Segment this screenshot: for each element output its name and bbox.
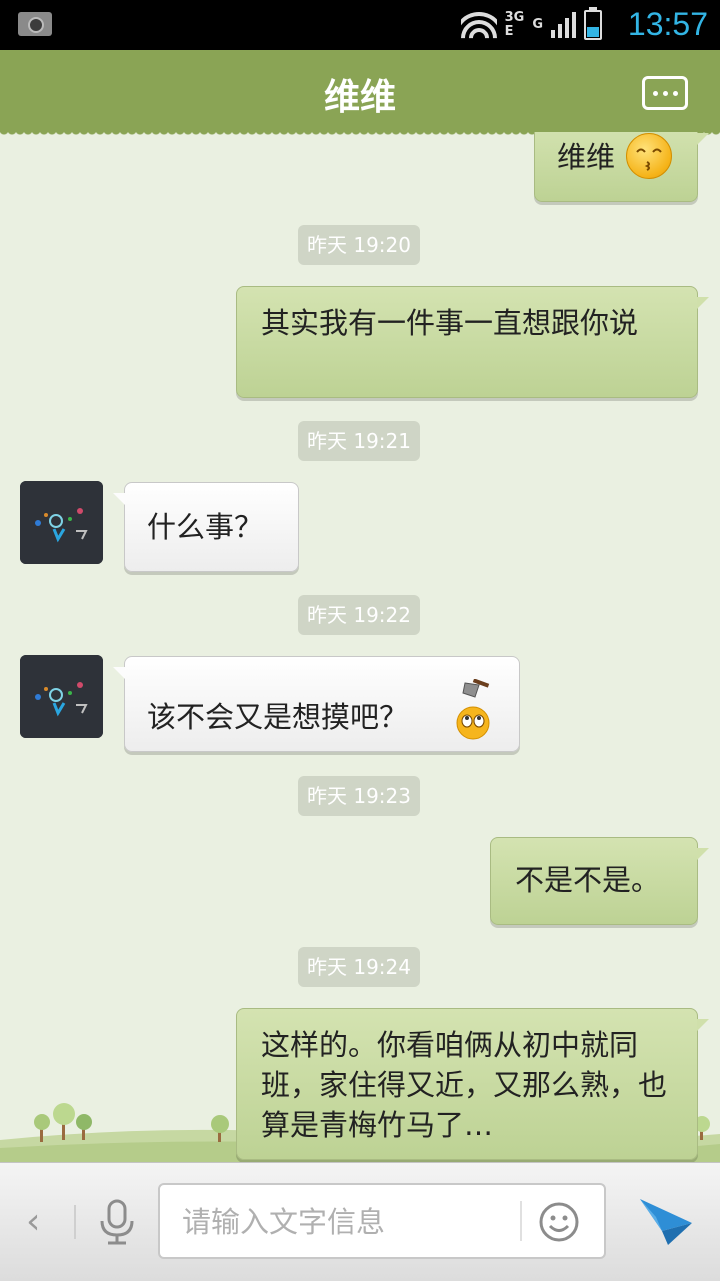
message-text: 该不会又是想摸吧？ bbox=[147, 700, 409, 734]
message-text: 什么事？ bbox=[147, 510, 264, 544]
dot-icon bbox=[662, 90, 668, 96]
message-text: 不是不是。 bbox=[515, 863, 661, 897]
message-text: 这样的。你看咱俩从初中就同班，家住得又近，又那么熟，也算是青梅竹马了… bbox=[261, 1028, 668, 1142]
message-bubble-outgoing[interactable]: 其实我有一件事一直想跟你说 bbox=[236, 286, 709, 398]
network-type: 3G E bbox=[504, 10, 525, 39]
battery-icon bbox=[584, 7, 602, 40]
message-bubble-outgoing[interactable]: 不是不是。 bbox=[490, 837, 709, 925]
message-bubble-outgoing[interactable]: 维维 bbox=[534, 132, 709, 202]
chat-header: 维维 bbox=[0, 50, 720, 138]
message-bubble-incoming[interactable]: 什么事？ bbox=[113, 482, 299, 572]
timestamp: 昨天 19:22 bbox=[298, 595, 420, 635]
message-bubble-incoming[interactable]: 该不会又是想摸吧？ bbox=[113, 656, 520, 752]
axe-rolleyes-emoji-icon bbox=[456, 679, 490, 740]
timestamp: 昨天 19:24 bbox=[298, 947, 420, 987]
message-text: 维维 bbox=[557, 140, 616, 174]
contact-avatar[interactable] bbox=[20, 655, 103, 738]
camera-notification-icon bbox=[18, 12, 52, 36]
chevron-left-icon[interactable]: ‹ bbox=[26, 1201, 40, 1242]
status-time: 13:57 bbox=[627, 6, 708, 42]
message-text: 其实我有一件事一直想跟你说 bbox=[261, 306, 639, 340]
message-input[interactable] bbox=[180, 1195, 514, 1249]
contact-avatar[interactable] bbox=[20, 481, 103, 564]
dot-icon bbox=[652, 90, 658, 96]
dot-icon bbox=[672, 90, 678, 96]
kiss-emoji-icon bbox=[626, 133, 673, 179]
message-input-container bbox=[158, 1183, 606, 1259]
signal-icon bbox=[551, 12, 576, 38]
send-icon[interactable] bbox=[638, 1195, 694, 1247]
divider bbox=[520, 1201, 522, 1241]
timestamp: 昨天 19:23 bbox=[298, 776, 420, 816]
network-type-g: G bbox=[532, 17, 543, 32]
microphone-icon[interactable] bbox=[98, 1199, 136, 1245]
emoji-smiley-icon[interactable] bbox=[538, 1201, 580, 1243]
status-icons: 3G E G bbox=[460, 7, 602, 42]
timestamp: 昨天 19:21 bbox=[298, 421, 420, 461]
message-bubble-outgoing[interactable]: 这样的。你看咱俩从初中就同班，家住得又近，又那么熟，也算是青梅竹马了… bbox=[236, 1008, 709, 1160]
message-input-bar: ‹ bbox=[0, 1162, 720, 1281]
divider bbox=[74, 1205, 76, 1239]
status-bar: 3G E G 13:57 bbox=[0, 0, 720, 50]
chat-title: 维维 bbox=[323, 77, 396, 118]
more-options-button[interactable] bbox=[642, 76, 688, 110]
wifi-icon bbox=[460, 10, 497, 40]
chat-message-list[interactable]: 维维 昨天 19:20 其实我有一件事一直想跟你说 昨天 19:21 什么事？ … bbox=[0, 132, 720, 1162]
timestamp: 昨天 19:20 bbox=[298, 225, 420, 265]
